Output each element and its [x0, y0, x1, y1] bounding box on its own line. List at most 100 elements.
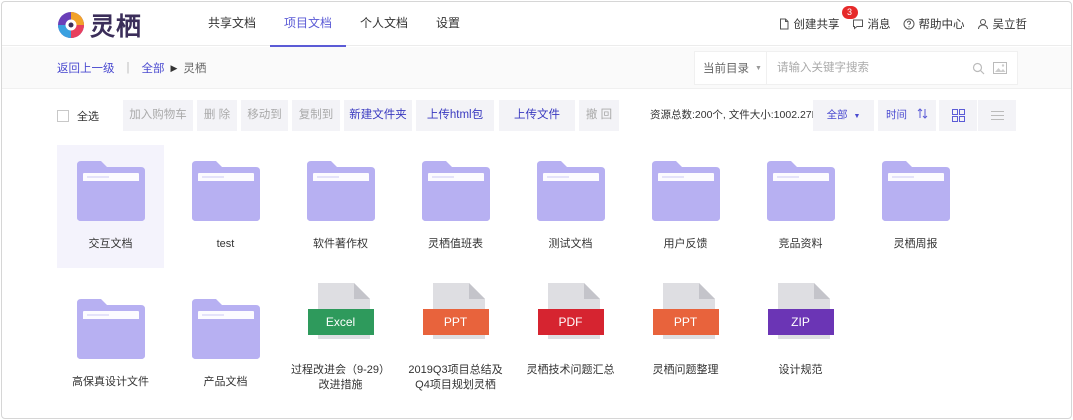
- folder-item[interactable]: 灵栖值班表: [402, 145, 509, 268]
- back-link[interactable]: 返回上一级: [57, 60, 115, 76]
- undo-button[interactable]: 撤 回: [579, 100, 619, 131]
- copy-to-button[interactable]: 复制到: [292, 100, 340, 131]
- file-item[interactable]: PPT 2019Q3项目总结及 Q4项目规划灵栖: [402, 283, 509, 406]
- folder-item[interactable]: 用户反馈: [632, 145, 739, 268]
- user-menu[interactable]: 吴立哲: [977, 16, 1028, 32]
- user-icon: [977, 19, 988, 30]
- user-name: 吴立哲: [992, 19, 1028, 31]
- resource-summary: 资源总数:200个, 文件大小:1002.27MB: [650, 109, 828, 121]
- create-share-button[interactable]: 创建共享: [778, 16, 840, 32]
- folder-item[interactable]: 产品文档: [172, 283, 279, 406]
- move-to-button[interactable]: 移动到: [241, 100, 288, 131]
- folder-item[interactable]: 竞品资料: [747, 145, 854, 268]
- messages-label: 消息: [867, 19, 891, 31]
- file-name: 竞品资料: [778, 238, 823, 250]
- folder-item[interactable]: 软件著作权: [287, 145, 394, 268]
- search-scope-select[interactable]: 当前目录 ▼: [695, 52, 767, 84]
- document-thumbnail: PDF: [537, 283, 604, 339]
- file-thumbnail: ZIP: [747, 283, 854, 347]
- grid-view-button[interactable]: [939, 100, 977, 131]
- file-type-tag: PPT: [652, 309, 719, 335]
- brand-logo[interactable]: 灵栖: [56, 10, 143, 41]
- folder-item[interactable]: 测试文档: [517, 145, 624, 268]
- filter-all-label: 全部: [826, 109, 848, 121]
- folder-icon: [651, 161, 720, 221]
- tab-settings[interactable]: 设置: [422, 2, 474, 46]
- new-folder-button[interactable]: 新建文件夹: [344, 100, 412, 131]
- folder-item[interactable]: 交互文档: [57, 145, 164, 268]
- folder-icon: [76, 161, 145, 221]
- file-name: 灵栖周报: [893, 238, 938, 250]
- tab-personal-docs[interactable]: 个人文档: [346, 2, 422, 46]
- grid-view-icon: [951, 109, 965, 122]
- file-name: 软件著作权: [313, 238, 368, 250]
- sort-time-label: 时间: [886, 109, 908, 121]
- filter-all-select[interactable]: 全部 ▼: [813, 100, 874, 131]
- app-window: 灵栖 共享文档 项目文档 个人文档 设置 创建共享 3 消息 帮助中心 吴立哲 …: [1, 1, 1072, 419]
- file-name: 灵栖值班表: [428, 238, 483, 250]
- file-name: 2019Q3项目总结及 Q4项目规划灵栖: [408, 364, 503, 391]
- file-thumbnail: PPT: [402, 283, 509, 347]
- folder-item[interactable]: 灵栖周报: [862, 145, 969, 268]
- file-thumbnail: [517, 159, 624, 223]
- message-count-badge: 3: [841, 6, 858, 19]
- search-icon[interactable]: [972, 62, 985, 75]
- list-view-icon: [990, 111, 1004, 120]
- file-toolbar: 全选 加入购物车 删 除 移动到 复制到 新建文件夹 上传html包 上传文件 …: [2, 100, 1071, 131]
- folder-icon: [881, 161, 950, 221]
- chevron-down-icon: ▼: [755, 64, 762, 72]
- file-thumbnail: [172, 297, 279, 361]
- breadcrumb-root-link[interactable]: 全部: [142, 60, 165, 76]
- folder-item[interactable]: test: [172, 145, 279, 268]
- folder-icon: [76, 299, 145, 359]
- file-thumbnail: [172, 159, 279, 223]
- folder-icon: [536, 161, 605, 221]
- tab-project-docs[interactable]: 项目文档: [270, 2, 347, 47]
- folder-icon: [191, 299, 260, 359]
- breadcrumb: 返回上一级 | 全部 ▶ 灵栖: [57, 47, 206, 89]
- add-to-cart-button[interactable]: 加入购物车: [123, 100, 193, 131]
- file-thumbnail: PPT: [632, 283, 739, 347]
- file-type-tag: PDF: [537, 309, 604, 335]
- folder-icon: [421, 161, 490, 221]
- image-search-icon[interactable]: [993, 62, 1007, 74]
- help-center-label: 帮助中心: [918, 19, 965, 31]
- file-thumbnail: [57, 297, 164, 361]
- file-name: test: [216, 238, 235, 250]
- file-item[interactable]: ZIP 设计规范: [747, 283, 854, 406]
- file-type-tag: ZIP: [767, 309, 834, 335]
- help-center-button[interactable]: 帮助中心: [903, 16, 965, 32]
- file-item[interactable]: PPT 灵栖问题整理: [632, 283, 739, 406]
- file-type-tag: Excel: [307, 309, 374, 335]
- file-item[interactable]: Excel 过程改进会（9-29） 改进措施: [287, 283, 394, 406]
- user-actions: 创建共享 3 消息 帮助中心 吴立哲: [766, 2, 1028, 46]
- help-icon: [903, 18, 914, 30]
- file-item[interactable]: PDF 灵栖技术问题汇总: [517, 283, 624, 406]
- sort-arrows-icon: [917, 108, 928, 119]
- brand-name: 灵栖: [90, 12, 143, 41]
- select-all[interactable]: 全选: [57, 100, 99, 131]
- upload-html-button[interactable]: 上传html包: [416, 100, 494, 131]
- folder-icon: [306, 161, 375, 221]
- select-all-checkbox[interactable]: [57, 109, 69, 122]
- document-thumbnail: PPT: [652, 283, 719, 339]
- list-view-button[interactable]: [978, 100, 1016, 131]
- delete-button[interactable]: 删 除: [197, 100, 237, 131]
- file-name: 高保真设计文件: [72, 376, 149, 388]
- brand-logo-icon: [58, 12, 84, 38]
- file-name: 灵栖问题整理: [652, 364, 719, 376]
- breadcrumb-current: 灵栖: [183, 63, 207, 75]
- messages-button[interactable]: 3 消息: [841, 6, 891, 32]
- document-thumbnail: Excel: [307, 283, 374, 339]
- upload-file-button[interactable]: 上传文件: [499, 100, 575, 131]
- file-name: 用户反馈: [663, 238, 708, 250]
- file-thumbnail: [632, 159, 739, 223]
- file-name: 产品文档: [203, 376, 248, 388]
- file-name: 设计规范: [778, 364, 823, 376]
- sort-time-button[interactable]: 时间: [878, 100, 936, 131]
- search-input[interactable]: [767, 52, 972, 84]
- folder-item[interactable]: 高保真设计文件: [57, 283, 164, 406]
- file-thumbnail: [57, 159, 164, 223]
- tab-shared-docs[interactable]: 共享文档: [194, 2, 270, 46]
- search-box: 当前目录 ▼: [694, 51, 1018, 85]
